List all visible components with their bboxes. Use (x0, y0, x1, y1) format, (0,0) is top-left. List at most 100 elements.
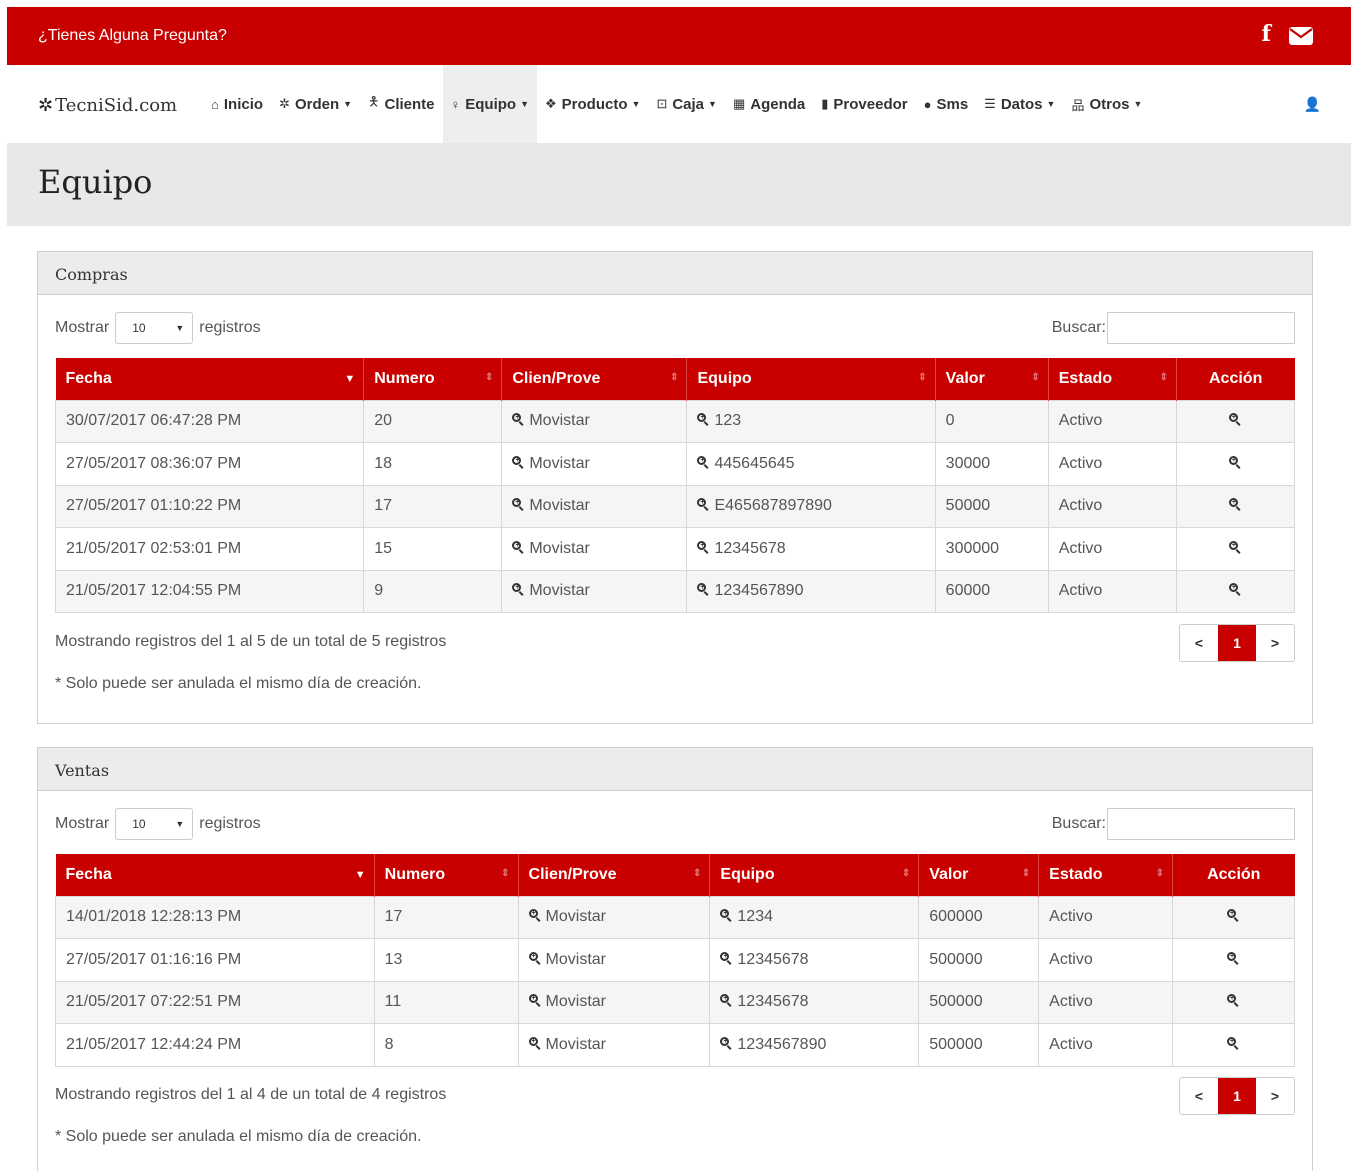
view-detail-icon[interactable]: + (1228, 413, 1242, 426)
equipo-link[interactable]: E465687897890 (714, 497, 831, 514)
view-detail-icon[interactable]: + (1228, 498, 1242, 511)
nav-item-datos[interactable]: ☰ Datos ▼ (976, 65, 1063, 143)
col-header-estado[interactable]: Estado ⇕ (1038, 854, 1174, 896)
cell-accion[interactable]: + (1175, 484, 1296, 528)
compras-length-select[interactable]: 10 ▼ (115, 312, 194, 344)
col-header-valor[interactable]: Valor ⇕ (935, 358, 1049, 400)
prev-page-button[interactable]: < (1180, 1078, 1218, 1114)
cliente-link[interactable]: Movistar (529, 582, 589, 599)
equipo-link[interactable]: 1234 (737, 908, 773, 925)
cell-accion[interactable]: + (1172, 895, 1295, 939)
equipo-link[interactable]: 123 (714, 412, 741, 429)
prev-page-button[interactable]: < (1180, 625, 1218, 661)
col-header-equipo[interactable]: Equipo ⇕ (686, 358, 936, 400)
cell-equipo[interactable]: +1234567890 (686, 569, 936, 613)
view-detail-icon[interactable]: + (1228, 540, 1242, 554)
caret-down-icon: ▼ (631, 99, 641, 109)
equipo-link[interactable]: 12345678 (737, 993, 808, 1010)
col-header-fecha[interactable]: Fecha ▼ (55, 854, 375, 896)
col-header-equipo[interactable]: Equipo ⇕ (709, 854, 920, 896)
nav-item-proveedor[interactable]: ▮ Proveedor (813, 65, 915, 143)
cell-equipo[interactable]: +123 (686, 399, 936, 443)
equipo-link[interactable]: 1234567890 (737, 1036, 826, 1053)
cliente-link[interactable]: Movistar (546, 993, 606, 1010)
page-button-current[interactable]: 1 (1218, 625, 1256, 661)
compras-search-input[interactable] (1107, 312, 1295, 344)
nav-item-caja[interactable]: ⊡ Caja ▼ (648, 65, 725, 143)
cell-accion[interactable]: + (1175, 569, 1296, 613)
cell-cliente[interactable]: + Movistar (501, 527, 688, 571)
cell-accion[interactable]: + (1172, 1023, 1295, 1067)
cliente-link[interactable]: Movistar (546, 908, 606, 925)
col-header-numero[interactable]: Numero ⇕ (363, 358, 503, 400)
user-icon[interactable]: 👤 (1304, 96, 1321, 113)
nav-item-producto[interactable]: ❖ Producto ▼ (537, 65, 648, 143)
cliente-link[interactable]: Movistar (529, 540, 589, 557)
cliente-link[interactable]: Movistar (546, 1036, 606, 1053)
cell-estado: Activo (1047, 484, 1177, 528)
equipo-link[interactable]: 445645645 (714, 455, 794, 472)
view-detail-icon[interactable]: + (1227, 994, 1240, 1007)
view-detail-icon[interactable]: + (1227, 1036, 1240, 1050)
view-detail-icon[interactable]: + (1227, 951, 1240, 965)
ventas-search-input[interactable] (1107, 808, 1295, 840)
cell-accion[interactable]: + (1175, 527, 1296, 571)
col-header-fecha[interactable]: Fecha ▼ (55, 358, 365, 400)
cell-cliente[interactable]: + Movistar (517, 895, 711, 939)
cell-cliente[interactable]: + Movistar (517, 1023, 711, 1067)
facebook-icon[interactable]: f (1262, 23, 1271, 45)
cell-accion[interactable]: + (1172, 980, 1295, 1024)
next-page-button[interactable]: > (1256, 1078, 1294, 1114)
cliente-link[interactable]: Movistar (529, 412, 589, 429)
col-header-clienprove[interactable]: Clien/Prove ⇕ (518, 854, 711, 896)
equipo-link[interactable]: 12345678 (714, 540, 785, 557)
nav-item-inicio[interactable]: ⌂ Inicio (203, 65, 271, 143)
ventas-length-select[interactable]: 10 ▼ (115, 808, 194, 840)
cell-equipo[interactable]: +12345678 (686, 527, 936, 571)
nav-item-cliente[interactable]: 🯅 Cliente (360, 65, 442, 143)
ventas-pagination: < 1 > (1179, 1077, 1295, 1115)
cliente-link[interactable]: Movistar (529, 497, 589, 514)
cell-accion[interactable]: + (1175, 399, 1296, 443)
cliente-link[interactable]: Movistar (546, 951, 606, 968)
page-button-current[interactable]: 1 (1218, 1078, 1256, 1114)
cliente-link[interactable]: Movistar (529, 455, 589, 472)
equipo-link[interactable]: 12345678 (737, 951, 808, 968)
cell-cliente[interactable]: + Movistar (501, 569, 688, 613)
page-header: Equipo (7, 143, 1351, 226)
col-header-clienprove[interactable]: Clien/Prove ⇕ (501, 358, 688, 400)
cell-accion[interactable]: + (1172, 938, 1295, 982)
equipo-link[interactable]: 1234567890 (714, 582, 803, 599)
header-label: Numero (384, 865, 446, 883)
cell-cliente[interactable]: + Movistar (517, 938, 711, 982)
brand-logo[interactable]: ✲ TecniSid.com (38, 95, 177, 116)
cell-accion[interactable]: + (1175, 442, 1296, 486)
compras-search: Buscar: (1052, 312, 1295, 344)
col-header-numero[interactable]: Numero ⇕ (374, 854, 519, 896)
cell-cliente[interactable]: + Movistar (517, 980, 711, 1024)
cell-equipo[interactable]: +12345678 (709, 980, 920, 1024)
nav-item-sms[interactable]: ● Sms (916, 65, 977, 143)
nav-item-equipo[interactable]: ♀ Equipo ▼ (442, 65, 538, 143)
cell-cliente[interactable]: + Movistar (501, 442, 688, 486)
nav-item-otros[interactable]: 品 Otros ▼ (1063, 65, 1150, 143)
cell-valor: 500000 (918, 1023, 1040, 1067)
col-header-valor[interactable]: Valor ⇕ (918, 854, 1040, 896)
next-page-button[interactable]: > (1256, 625, 1294, 661)
cell-equipo[interactable]: +445645645 (686, 442, 936, 486)
nav-item-orden[interactable]: ✲ Orden ▼ (271, 65, 360, 143)
cell-equipo[interactable]: +12345678 (709, 938, 920, 982)
cell-equipo[interactable]: +1234567890 (709, 1023, 920, 1067)
nav-item-agenda[interactable]: ▦ Agenda (725, 65, 813, 143)
cell-equipo[interactable]: + E465687897890 (686, 484, 936, 528)
caret-down-icon: ▼ (708, 99, 717, 109)
cell-equipo[interactable]: +1234 (709, 895, 920, 939)
col-header-estado[interactable]: Estado ⇕ (1048, 358, 1177, 400)
envelope-icon[interactable] (1289, 26, 1313, 45)
search-plus-icon: + (697, 498, 710, 511)
view-detail-icon[interactable]: + (1227, 909, 1240, 922)
cell-cliente[interactable]: + Movistar (501, 399, 688, 443)
view-detail-icon[interactable]: + (1228, 583, 1242, 596)
view-detail-icon[interactable]: + (1228, 455, 1242, 469)
cell-cliente[interactable]: + Movistar (501, 484, 688, 528)
